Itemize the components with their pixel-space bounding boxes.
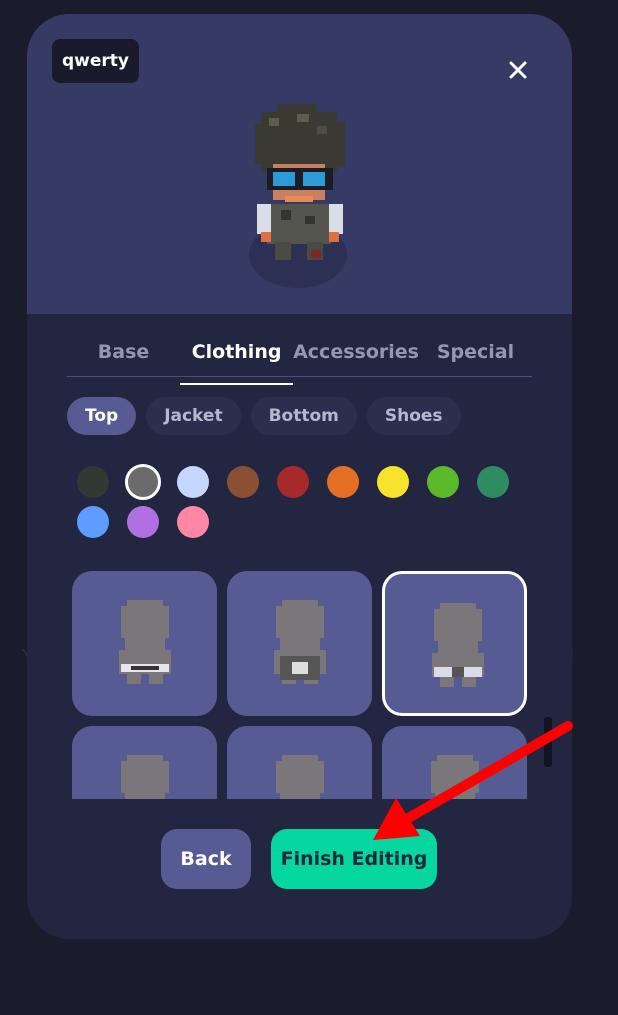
avatar-preview-panel: qwerty [27, 14, 572, 314]
tab-clothing[interactable]: Clothing [180, 336, 294, 385]
avatar-editor-modal: qwerty Base Clothing Accessories Special… [27, 14, 572, 939]
clothing-subtabs: Top Jacket Bottom Shoes [67, 397, 461, 435]
color-swatch[interactable] [377, 466, 409, 498]
close-button[interactable] [502, 54, 534, 86]
clothing-preview [121, 755, 169, 799]
category-tabs: Base Clothing Accessories Special [67, 336, 532, 385]
subtab-bottom[interactable]: Bottom [250, 397, 357, 435]
color-swatch[interactable] [127, 506, 159, 538]
subtab-top[interactable]: Top [67, 397, 137, 435]
close-icon [509, 61, 527, 79]
color-swatch[interactable] [277, 466, 309, 498]
tab-special[interactable]: Special [419, 336, 532, 376]
color-swatch[interactable] [427, 466, 459, 498]
player-name-badge: qwerty [52, 39, 139, 83]
clothing-preview [119, 600, 171, 684]
color-swatch[interactable] [125, 464, 161, 500]
tab-base[interactable]: Base [67, 336, 180, 376]
clothing-preview [274, 600, 326, 684]
color-swatch[interactable] [77, 506, 109, 538]
color-swatch[interactable] [477, 466, 509, 498]
clothing-preview [432, 603, 484, 687]
clothing-item-tile[interactable] [72, 571, 217, 716]
color-swatch[interactable] [177, 506, 209, 538]
clothing-item-tile[interactable] [72, 726, 217, 799]
avatar-sprite [255, 104, 345, 260]
avatar-preview [247, 104, 351, 294]
subtab-jacket[interactable]: Jacket [146, 397, 241, 435]
color-swatch[interactable] [227, 466, 259, 498]
clothing-preview [276, 755, 324, 799]
clothing-item-grid [72, 571, 532, 799]
color-swatch[interactable] [177, 466, 209, 498]
tab-accessories[interactable]: Accessories [293, 336, 419, 376]
clothing-item-tile[interactable] [382, 726, 527, 799]
color-swatch[interactable] [327, 466, 359, 498]
clothing-item-tile[interactable] [227, 571, 372, 716]
clothing-item-tile[interactable] [227, 726, 372, 799]
clothing-preview [431, 755, 479, 799]
color-swatch[interactable] [77, 466, 109, 498]
subtab-shoes[interactable]: Shoes [366, 397, 461, 435]
back-button[interactable]: Back [161, 829, 251, 889]
grid-scrollbar[interactable] [544, 717, 552, 767]
clothing-item-tile[interactable] [382, 571, 527, 716]
finish-editing-button[interactable]: Finish Editing [271, 829, 437, 889]
